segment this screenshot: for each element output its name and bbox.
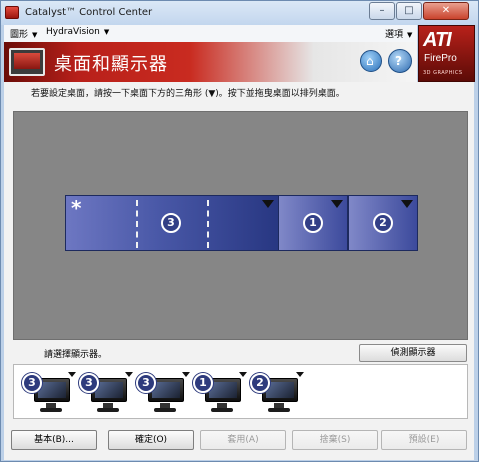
chevron-down-icon: ▼ (103, 28, 110, 36)
monitor-menu-triangle-icon[interactable] (239, 372, 247, 377)
title-bar[interactable]: Catalyst™ Control Center – □ ✕ (1, 1, 478, 25)
desktop-arrangement-area[interactable]: * 3 1 2 (13, 111, 468, 340)
desktop-display-icon (9, 48, 45, 76)
monitor-item[interactable]: 3 (20, 370, 76, 416)
monitor-number-badge: 3 (22, 373, 42, 393)
maximize-button[interactable]: □ (396, 2, 422, 20)
display-divider (136, 200, 138, 248)
home-button[interactable]: ⌂ (360, 50, 382, 72)
monitor-menu-triangle-icon[interactable] (125, 372, 133, 377)
logo-brand: ATI (423, 29, 452, 51)
menu-hydravision[interactable]: HydraVision ▼ (46, 27, 109, 37)
ok-button[interactable]: 確定(O) (108, 430, 194, 450)
desktop-tile-primary[interactable]: * 3 (65, 195, 279, 251)
desktop-menu-triangle-icon[interactable] (262, 200, 274, 208)
menu-options-label: 選項 (385, 30, 404, 40)
monitor-number-badge: 3 (136, 373, 156, 393)
defaults-button[interactable]: 預設(E) (381, 430, 467, 450)
detect-displays-button[interactable]: 偵測顯示器 (359, 344, 467, 362)
logo-product: FirePro (424, 53, 457, 64)
monitor-number-badge: 2 (250, 373, 270, 393)
monitor-item[interactable]: 3 (77, 370, 133, 416)
monitor-menu-triangle-icon[interactable] (182, 372, 190, 377)
desktop-number-badge: 2 (373, 213, 393, 233)
monitor-number-badge: 1 (193, 373, 213, 393)
window-title: Catalyst™ Control Center (25, 7, 153, 18)
basic-button[interactable]: 基本(B)... (11, 430, 97, 450)
desktop-menu-triangle-icon[interactable] (331, 200, 343, 208)
display-list: 3 3 3 1 2 (13, 364, 468, 419)
menu-graphics[interactable]: 圖形 ▼ (10, 27, 37, 40)
page-header: 桌面和顯示器 ⌂ ? (4, 42, 417, 82)
primary-desktop-marker: * (71, 196, 82, 220)
desktop-tile[interactable]: 2 (348, 195, 418, 251)
menu-options[interactable]: 選項 ▼ (385, 27, 412, 40)
display-divider (207, 200, 209, 248)
page-title: 桌面和顯示器 (54, 54, 168, 75)
dialog-button-bar: 基本(B)... 確定(O) 套用(A) 捨棄(S) 預設(E) (4, 422, 474, 460)
desktop-menu-triangle-icon[interactable] (401, 200, 413, 208)
catalyst-window: Catalyst™ Control Center – □ ✕ 圖形 ▼ Hydra… (0, 0, 479, 462)
chevron-down-icon: ▼ (407, 31, 413, 39)
monitor-item[interactable]: 2 (248, 370, 304, 416)
home-icon: ⌂ (366, 54, 374, 68)
chevron-down-icon: ▼ (32, 31, 38, 39)
ati-firepro-logo: ATI FirePro 3D GRAPHICS (418, 25, 475, 82)
help-button[interactable]: ? (388, 49, 412, 73)
menu-hydravision-label: HydraVision (46, 27, 100, 37)
monitor-item[interactable]: 1 (191, 370, 247, 416)
app-icon (5, 6, 19, 19)
logo-tagline: 3D GRAPHICS (423, 70, 463, 76)
desktop-number-badge: 3 (161, 213, 181, 233)
monitor-menu-triangle-icon[interactable] (296, 372, 304, 377)
menu-graphics-label: 圖形 (10, 30, 29, 40)
instruction-text: 若要設定桌面，請按一下桌面下方的三角形 (▼)。按下並拖曳桌面以排列桌面。 (31, 89, 345, 99)
monitor-item[interactable]: 3 (134, 370, 190, 416)
apply-button[interactable]: 套用(A) (200, 430, 286, 450)
desktop-tile[interactable]: 1 (278, 195, 348, 251)
monitor-number-badge: 3 (79, 373, 99, 393)
select-display-label: 請選擇顯示器。 (44, 350, 108, 360)
monitor-menu-triangle-icon[interactable] (68, 372, 76, 377)
menu-bar: 圖形 ▼ HydraVision ▼ 選項 ▼ (4, 25, 417, 42)
desktop-number-badge: 1 (303, 213, 323, 233)
main-content: 若要設定桌面，請按一下桌面下方的三角形 (▼)。按下並拖曳桌面以排列桌面。 * … (4, 82, 474, 422)
help-icon: ? (395, 54, 402, 68)
close-button[interactable]: ✕ (423, 2, 469, 20)
discard-button[interactable]: 捨棄(S) (292, 430, 378, 450)
minimize-button[interactable]: – (369, 2, 395, 20)
